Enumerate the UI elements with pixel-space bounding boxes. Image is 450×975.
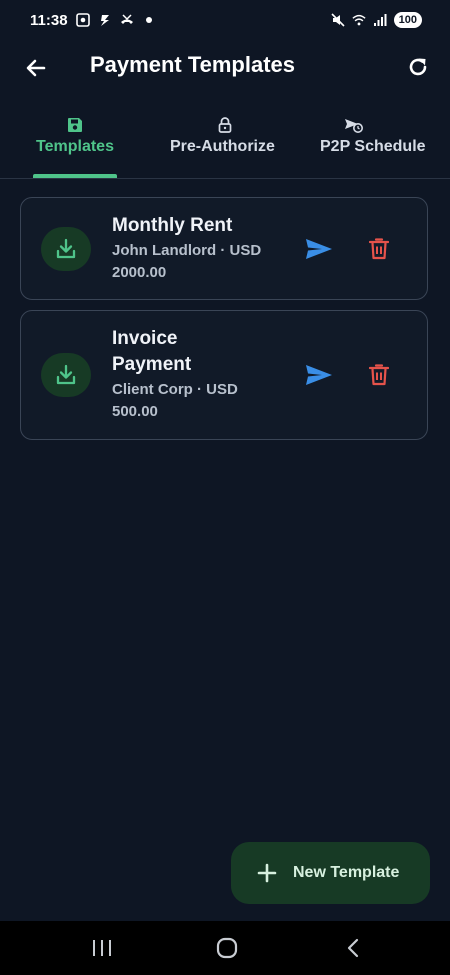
active-tab-indicator [33,174,117,178]
tab-label: Pre-Authorize [170,138,275,155]
screen-record-icon [75,13,90,27]
template-card[interactable]: Monthly Rent John Landlord · USD 2000.00 [20,197,428,300]
signal-icon [373,13,387,27]
dot-icon [142,13,156,27]
download-icon [41,227,91,271]
page-title: Payment Templates [90,52,296,77]
template-subtitle: Client Corp · USD 500.00 [112,381,238,420]
template-info: Invoice Payment Client Corp · USD 500.00 [112,326,262,423]
send-icon [306,239,332,259]
home-icon [216,937,238,959]
tab-templates[interactable]: Templates [33,108,117,178]
tab-label: P2P Schedule [320,138,426,155]
lock-icon [216,116,234,134]
mute-icon [331,13,345,27]
tab-bar: Templates Pre-Authorize P2P Schedule [0,108,450,179]
template-card[interactable]: Invoice Payment Client Corp · USD 500.00 [20,310,428,440]
save-icon [66,116,84,134]
status-time: 11:38 [30,11,68,29]
chevron-left-icon [347,938,359,958]
refresh-button[interactable] [404,53,432,81]
new-template-label: New Template [293,864,400,881]
status-right: 100 [331,12,422,28]
plus-icon [257,863,277,883]
battery-indicator: 100 [393,12,422,28]
template-subtitle: John Landlord · USD 2000.00 [112,242,262,281]
tab-p2p-schedule[interactable]: P2P Schedule [318,108,450,178]
arrow-left-icon [26,59,46,77]
refresh-icon [409,58,427,76]
send-button[interactable] [304,234,334,264]
shazam-icon [98,13,112,27]
delete-button[interactable] [364,234,394,264]
scheduled-transfer-icon [344,116,364,134]
phone-missed-icon [120,13,134,27]
home-button[interactable] [213,935,241,961]
tab-label: Templates [36,138,114,155]
system-nav-bar [0,921,450,975]
tab-label-clip: P2P Schedule [320,138,450,162]
template-title: Invoice Payment [112,328,192,375]
delete-button[interactable] [364,360,394,390]
wifi-icon [352,13,366,27]
status-bar: 11:38 100 [0,0,450,40]
send-button[interactable] [304,360,334,390]
tab-label-clip: Pre-Authorize [170,138,283,162]
trash-icon [369,238,389,260]
template-title: Monthly Rent [112,215,233,236]
recent-apps-button[interactable] [88,935,116,961]
download-icon [41,353,91,397]
recent-apps-icon [93,940,111,956]
trash-icon [369,364,389,386]
back-nav-button[interactable] [339,935,367,961]
new-template-button[interactable]: New Template [231,842,430,904]
status-left: 11:38 [30,12,156,29]
send-icon [306,365,332,385]
tab-pre-authorize[interactable]: Pre-Authorize [165,108,285,178]
template-info: Monthly Rent John Landlord · USD 2000.00 [112,213,262,284]
back-button[interactable] [22,54,50,82]
app-bar: Payment Templates [0,40,450,96]
